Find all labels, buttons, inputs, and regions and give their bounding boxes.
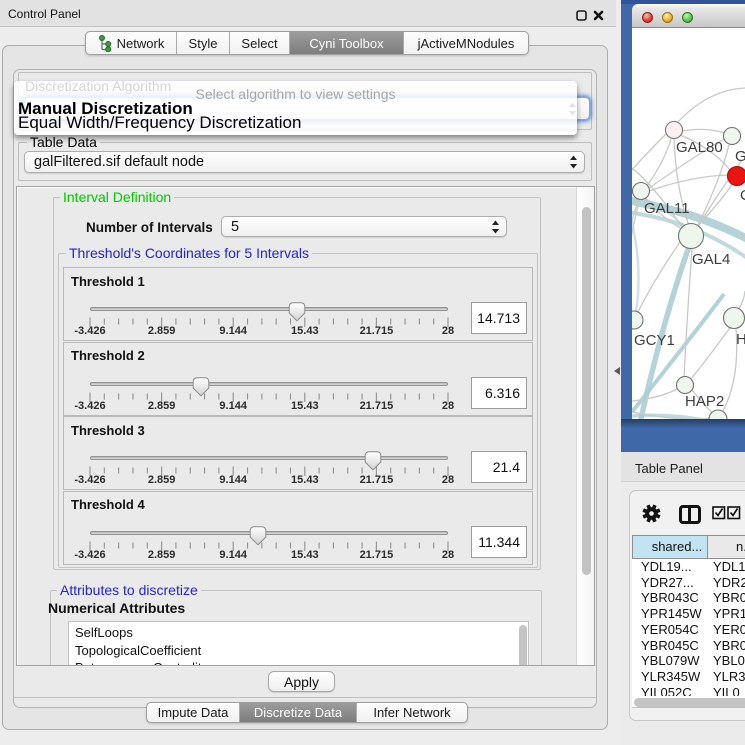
svg-text:HAP2: HAP2: [685, 393, 724, 410]
svg-text:GA: GA: [735, 148, 745, 165]
svg-text:GAL11: GAL11: [644, 200, 690, 217]
svg-text:C: C: [740, 187, 745, 204]
svg-text:H: H: [736, 331, 745, 348]
svg-text:GAL80: GAL80: [676, 139, 723, 156]
svg-text:GCY1: GCY1: [634, 332, 675, 349]
svg-text:GAL4: GAL4: [692, 251, 730, 268]
